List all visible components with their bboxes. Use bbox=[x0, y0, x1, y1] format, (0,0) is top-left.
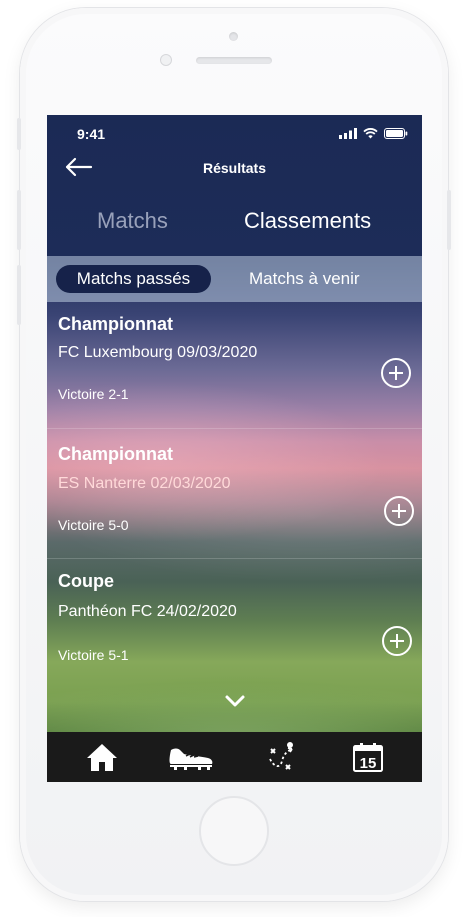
volume-down-button bbox=[17, 265, 21, 325]
proximity-sensor bbox=[229, 32, 238, 41]
segment-bar: Matchs passés Matchs à venir bbox=[47, 256, 422, 302]
mute-switch bbox=[17, 118, 21, 150]
app-screen: 9:41 Résultats Matchs Classements Matchs… bbox=[47, 115, 422, 782]
wifi-icon bbox=[363, 128, 378, 139]
front-camera bbox=[160, 54, 172, 66]
status-icons bbox=[339, 128, 408, 139]
segment-matchs-passes[interactable]: Matchs passés bbox=[56, 265, 211, 293]
match-opponent-date: FC Luxembourg 09/03/2020 bbox=[58, 344, 258, 361]
match-competition: Coupe bbox=[58, 571, 114, 591]
match-card[interactable]: Championnat ES Nanterre 02/03/2020 Victo… bbox=[47, 433, 422, 559]
divider bbox=[47, 428, 422, 429]
chevron-down-icon[interactable] bbox=[223, 693, 247, 709]
home-icon[interactable] bbox=[85, 740, 119, 774]
match-card[interactable]: Championnat FC Luxembourg 09/03/2020 Vic… bbox=[47, 302, 422, 428]
match-result: Victoire 5-0 bbox=[58, 517, 129, 533]
status-bar: 9:41 bbox=[47, 115, 422, 155]
page-title: Résultats bbox=[202, 160, 267, 176]
match-result: Victoire 5-1 bbox=[58, 647, 129, 663]
plus-circle-icon[interactable] bbox=[381, 358, 411, 388]
match-opponent-date: Panthéon FC 24/02/2020 bbox=[58, 603, 237, 620]
match-competition: Championnat bbox=[58, 314, 173, 334]
earpiece-speaker bbox=[196, 57, 272, 64]
match-competition: Championnat bbox=[58, 444, 173, 464]
bottom-tab-bar: 15 bbox=[47, 732, 422, 782]
match-opponent-date: ES Nanterre 02/03/2020 bbox=[58, 475, 231, 492]
signal-icon bbox=[339, 128, 357, 139]
calendar-icon[interactable]: 15 bbox=[351, 740, 385, 774]
calendar-day: 15 bbox=[360, 755, 377, 772]
battery-icon bbox=[384, 128, 408, 139]
segment-matchs-a-venir[interactable]: Matchs à venir bbox=[249, 269, 360, 289]
tab-matchs[interactable]: Matchs bbox=[97, 208, 168, 234]
volume-up-button bbox=[17, 190, 21, 250]
plus-circle-icon[interactable] bbox=[382, 626, 412, 656]
tactics-icon[interactable] bbox=[265, 740, 299, 774]
football-boot-icon[interactable] bbox=[167, 740, 215, 774]
tab-classements[interactable]: Classements bbox=[244, 208, 371, 234]
home-button[interactable] bbox=[199, 796, 269, 866]
power-button bbox=[447, 190, 451, 250]
status-time: 9:41 bbox=[77, 126, 106, 142]
match-card[interactable]: Coupe Panthéon FC 24/02/2020 Victoire 5-… bbox=[47, 563, 422, 689]
match-result: Victoire 2-1 bbox=[58, 386, 129, 402]
plus-circle-icon[interactable] bbox=[384, 496, 414, 526]
divider bbox=[47, 558, 422, 559]
